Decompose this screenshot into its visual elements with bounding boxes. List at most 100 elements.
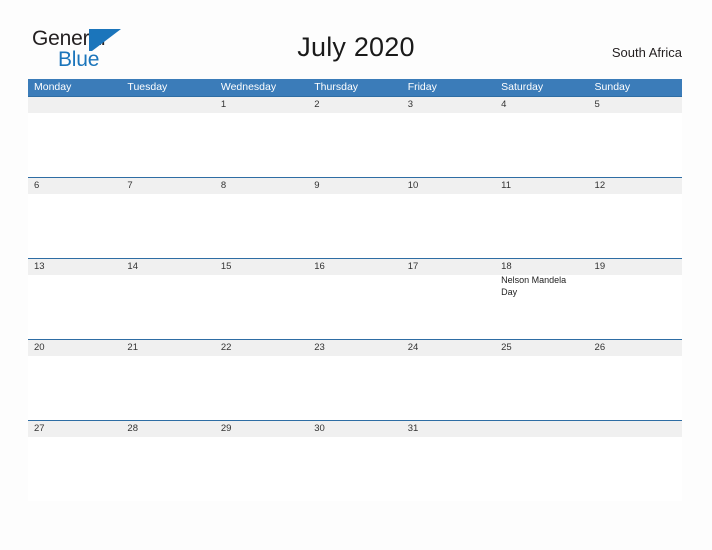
day-events[interactable]	[402, 194, 495, 258]
day-events[interactable]	[215, 113, 308, 177]
week-date-band: 20 21 22 23 24 25 26	[28, 340, 682, 356]
event-label: Nelson Mandela Day	[501, 275, 567, 297]
day-number: 25	[501, 342, 512, 353]
week-row: 13 14 15 16 17 18 19 Nelson Mandela Day	[28, 258, 682, 339]
day-events[interactable]	[121, 194, 214, 258]
day-events[interactable]	[308, 356, 401, 420]
day-cell[interactable]: 11	[495, 178, 588, 194]
day-cell[interactable]: 7	[121, 178, 214, 194]
weekday-wednesday: Wednesday	[220, 81, 277, 93]
day-cell[interactable]: 25	[495, 340, 588, 356]
day-cell[interactable]	[121, 97, 214, 113]
day-number: 5	[594, 99, 600, 110]
day-events[interactable]	[28, 275, 121, 339]
day-events[interactable]	[589, 356, 682, 420]
day-cell[interactable]: 21	[121, 340, 214, 356]
day-events[interactable]	[121, 275, 214, 339]
day-number: 27	[34, 423, 45, 434]
day-cell[interactable]: 14	[121, 259, 214, 275]
day-events[interactable]: Nelson Mandela Day	[495, 275, 588, 339]
day-cell[interactable]: 17	[402, 259, 495, 275]
day-cell[interactable]	[589, 421, 682, 437]
day-cell[interactable]: 26	[589, 340, 682, 356]
day-cell[interactable]: 2	[308, 97, 401, 113]
day-events[interactable]	[28, 194, 121, 258]
day-events[interactable]	[589, 275, 682, 339]
day-events[interactable]	[589, 113, 682, 177]
week-body	[28, 194, 682, 258]
day-cell[interactable]: 20	[28, 340, 121, 356]
day-events[interactable]	[402, 275, 495, 339]
day-events[interactable]	[28, 356, 121, 420]
day-events[interactable]	[495, 356, 588, 420]
day-events[interactable]	[28, 113, 121, 177]
day-events[interactable]	[28, 437, 121, 501]
day-events[interactable]	[215, 275, 308, 339]
day-cell[interactable]: 29	[215, 421, 308, 437]
week-body: Nelson Mandela Day	[28, 275, 682, 339]
day-events[interactable]	[121, 113, 214, 177]
day-cell[interactable]: 8	[215, 178, 308, 194]
day-cell[interactable]: 18	[495, 259, 588, 275]
day-cell[interactable]: 6	[28, 178, 121, 194]
day-events[interactable]	[308, 437, 401, 501]
day-events[interactable]	[402, 356, 495, 420]
day-events[interactable]	[215, 194, 308, 258]
day-events[interactable]	[121, 356, 214, 420]
week-date-band: 13 14 15 16 17 18 19	[28, 259, 682, 275]
day-events[interactable]	[589, 437, 682, 501]
day-cell[interactable]: 27	[28, 421, 121, 437]
day-events[interactable]	[215, 437, 308, 501]
day-number: 29	[220, 423, 232, 434]
day-events[interactable]	[495, 437, 588, 501]
day-events[interactable]	[589, 194, 682, 258]
page-title: July 2020	[297, 32, 415, 62]
day-events[interactable]	[215, 356, 308, 420]
day-number: 14	[127, 261, 138, 272]
day-events[interactable]	[308, 113, 401, 177]
day-events[interactable]	[495, 113, 588, 177]
day-number: 23	[314, 342, 325, 353]
week-row: 1 2 3 4 5	[28, 96, 682, 177]
day-cell[interactable]: 31	[402, 421, 495, 437]
day-cell[interactable]: 22	[215, 340, 308, 356]
weekday-thursday: Thursday	[314, 81, 359, 93]
day-cell[interactable]: 9	[308, 178, 401, 194]
day-cell[interactable]: 24	[402, 340, 495, 356]
day-cell[interactable]: 12	[589, 178, 682, 194]
day-cell[interactable]: 13	[28, 259, 121, 275]
weekday-monday: Monday	[34, 81, 72, 93]
day-number: 8	[220, 180, 227, 191]
day-cell[interactable]: 30	[308, 421, 401, 437]
day-cell[interactable]: 28	[121, 421, 214, 437]
weekday-sunday: Sunday	[594, 81, 631, 93]
day-events[interactable]	[308, 275, 401, 339]
day-number: 24	[407, 342, 419, 353]
day-number: 17	[407, 261, 419, 272]
day-cell[interactable]: 19	[589, 259, 682, 275]
day-cell[interactable]: 1	[215, 97, 308, 113]
day-cell[interactable]: 15	[215, 259, 308, 275]
day-cell[interactable]: 23	[308, 340, 401, 356]
day-cell[interactable]: 16	[308, 259, 401, 275]
day-cell[interactable]	[495, 421, 588, 437]
day-events[interactable]	[308, 194, 401, 258]
calendar-grid: Monday Tuesday Wednesday Thursday Friday…	[28, 79, 682, 501]
day-number: 9	[314, 180, 320, 191]
day-number: 19	[594, 261, 606, 272]
day-events[interactable]	[402, 437, 495, 501]
day-cell[interactable]: 10	[402, 178, 495, 194]
week-date-band: 27 28 29 30 31	[28, 421, 682, 437]
day-events[interactable]	[402, 113, 495, 177]
weekday-header-row: Monday Tuesday Wednesday Thursday Friday…	[28, 79, 682, 96]
day-cell[interactable]: 4	[495, 97, 588, 113]
day-cell[interactable]	[28, 97, 121, 113]
day-number: 30	[314, 423, 325, 434]
day-events[interactable]	[121, 437, 214, 501]
day-cell[interactable]: 3	[402, 97, 495, 113]
day-events[interactable]	[495, 194, 588, 258]
day-number: 2	[314, 99, 320, 110]
day-number: 28	[127, 423, 138, 434]
day-number: 31	[407, 423, 419, 434]
day-cell[interactable]: 5	[589, 97, 682, 113]
